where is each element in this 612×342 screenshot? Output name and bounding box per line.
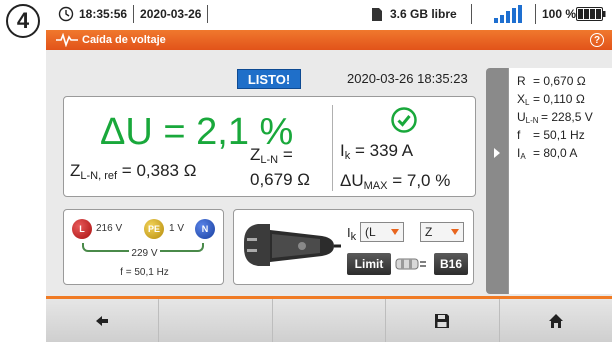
row-subscript: L-N [525, 116, 539, 125]
status-divider [535, 4, 536, 24]
du-max-subscript: MAX [363, 180, 388, 192]
l-pe-voltage: 216 V [96, 223, 123, 234]
z-ref-value: = 0,383 Ω [117, 161, 197, 180]
frequency-readout: f = 50,1 Hz [120, 267, 169, 278]
ik-source-value: (L [365, 225, 376, 239]
home-button[interactable] [500, 299, 612, 342]
l-n-voltage-wrap: 229 V [64, 248, 225, 259]
z-ln-subscript: L-N [260, 154, 279, 166]
status-divider [207, 5, 209, 23]
z-ln-equals: = [278, 145, 293, 164]
l-n-voltage: 229 V [129, 248, 160, 259]
row-label: f [517, 128, 521, 142]
terminal-pe: PE [144, 219, 164, 239]
du-max-value: = 7,0 % [387, 171, 451, 190]
setup-ik-label: Ik [347, 225, 356, 243]
save-button[interactable] [386, 299, 500, 342]
status-divider [133, 5, 135, 23]
row-value: = 50,1 Hz [533, 128, 585, 142]
ik-value: = 339 A [350, 141, 414, 160]
z-ln-value: 0,679 Ω [250, 170, 310, 189]
terminal-l: L [72, 219, 92, 239]
side-panel-row: XL = 0,110 Ω [517, 92, 585, 107]
help-icon[interactable]: ? [590, 33, 604, 47]
setup-ik-subscript: k [350, 231, 357, 243]
plug-probe-icon [244, 224, 341, 266]
back-button[interactable] [46, 299, 160, 342]
impedance-select-value: Z [425, 225, 433, 239]
side-panel-row: R = 0,670 Ω [517, 74, 586, 89]
z-ref-readout: ZL-N, ref = 0,383 Ω [70, 161, 196, 182]
sd-card-icon [372, 8, 382, 21]
impedance-select[interactable]: Z [420, 222, 464, 242]
waveform-icon [56, 33, 78, 47]
side-panel: R = 0,670 Ω XL = 0,110 Ω UL-N = 228,5 V f = … [508, 68, 612, 294]
ik-readout: Ik = 339 A [340, 141, 413, 162]
status-time: 18:35:56 [79, 7, 128, 21]
ik-source-select[interactable]: (L [360, 222, 404, 242]
pe-n-voltage: 1 V [169, 223, 185, 234]
battery-icon [576, 7, 606, 21]
main-result-panel: ΔU = 2,1 % ZL-N, ref = 0,383 Ω ZL-N = 0,6… [63, 96, 476, 197]
terminal-n: N [195, 219, 215, 239]
row-label: U [517, 110, 526, 124]
dropdown-arrow-icon [391, 229, 399, 235]
row-label: X [517, 92, 526, 106]
row-subscript: L [525, 98, 530, 107]
row-value: = 0,110 Ω [533, 92, 585, 106]
z-ln-label: Z [250, 145, 261, 164]
screen-title: Caída de voltaje [82, 34, 166, 46]
status-date: 2020-03-26 [140, 7, 202, 21]
fuse-icon [395, 258, 426, 270]
clock-icon [58, 6, 74, 22]
bottom-toolbar [46, 296, 612, 342]
back-arrow-icon [96, 315, 109, 326]
z-ln-readout: ZL-N = 0,679 Ω [250, 145, 310, 190]
row-value: = 0,670 Ω [533, 74, 586, 88]
save-icon [435, 313, 450, 328]
side-panel-row: UL-N = 228,5 V [517, 110, 593, 125]
toolbar-empty-slot [159, 299, 273, 342]
battery-level: 100 % [542, 7, 577, 21]
row-subscript: A [520, 152, 526, 161]
measurement-timestamp: 2020-03-26 18:35:23 [347, 71, 468, 86]
z-ref-subscript: L-N, ref [80, 170, 118, 182]
result-divider [332, 105, 333, 191]
du-max-label: ΔU [340, 171, 364, 190]
side-panel-row: f = 50,1 Hz [517, 128, 585, 143]
side-panel-row: IA = 80,0 A [517, 146, 577, 161]
home-icon [548, 313, 563, 328]
signal-strength-icon [494, 5, 522, 23]
z-ref-label: Z [70, 161, 81, 180]
expand-arrow-icon [494, 148, 500, 158]
voltage-drop-label: ΔU = [100, 111, 197, 153]
title-bar: Caída de voltaje ? [46, 30, 612, 50]
row-value: = 80,0 A [533, 146, 578, 160]
row-label: R [517, 74, 526, 88]
step-badge: 4 [6, 4, 40, 38]
storage-free: 3.6 GB libre [390, 7, 457, 21]
phase-voltage-panel: L 216 V PE 1 V N 229 V f = 50,1 Hz [63, 209, 224, 285]
limit-button[interactable]: Limit [347, 253, 391, 275]
status-ready-badge: LISTO! [237, 69, 301, 89]
fuse-rating-button[interactable]: B16 [434, 253, 468, 275]
du-max-readout: ΔUMAX = 7,0 % [340, 171, 450, 192]
row-value: = 228,5 V [541, 110, 593, 124]
dropdown-arrow-icon [451, 229, 459, 235]
toolbar-empty-slot [273, 299, 387, 342]
meter-screen: 4 18:35:56 2020-03-26 3.6 GB libre 100 % [0, 0, 612, 342]
status-divider [471, 4, 472, 24]
measurement-setup-panel: Ik (L Z Limit B16 [233, 209, 474, 285]
pass-check-icon [391, 107, 417, 133]
status-bar: 18:35:56 2020-03-26 3.6 GB libre 100 % [46, 0, 612, 28]
side-panel-toggle[interactable] [486, 68, 508, 294]
